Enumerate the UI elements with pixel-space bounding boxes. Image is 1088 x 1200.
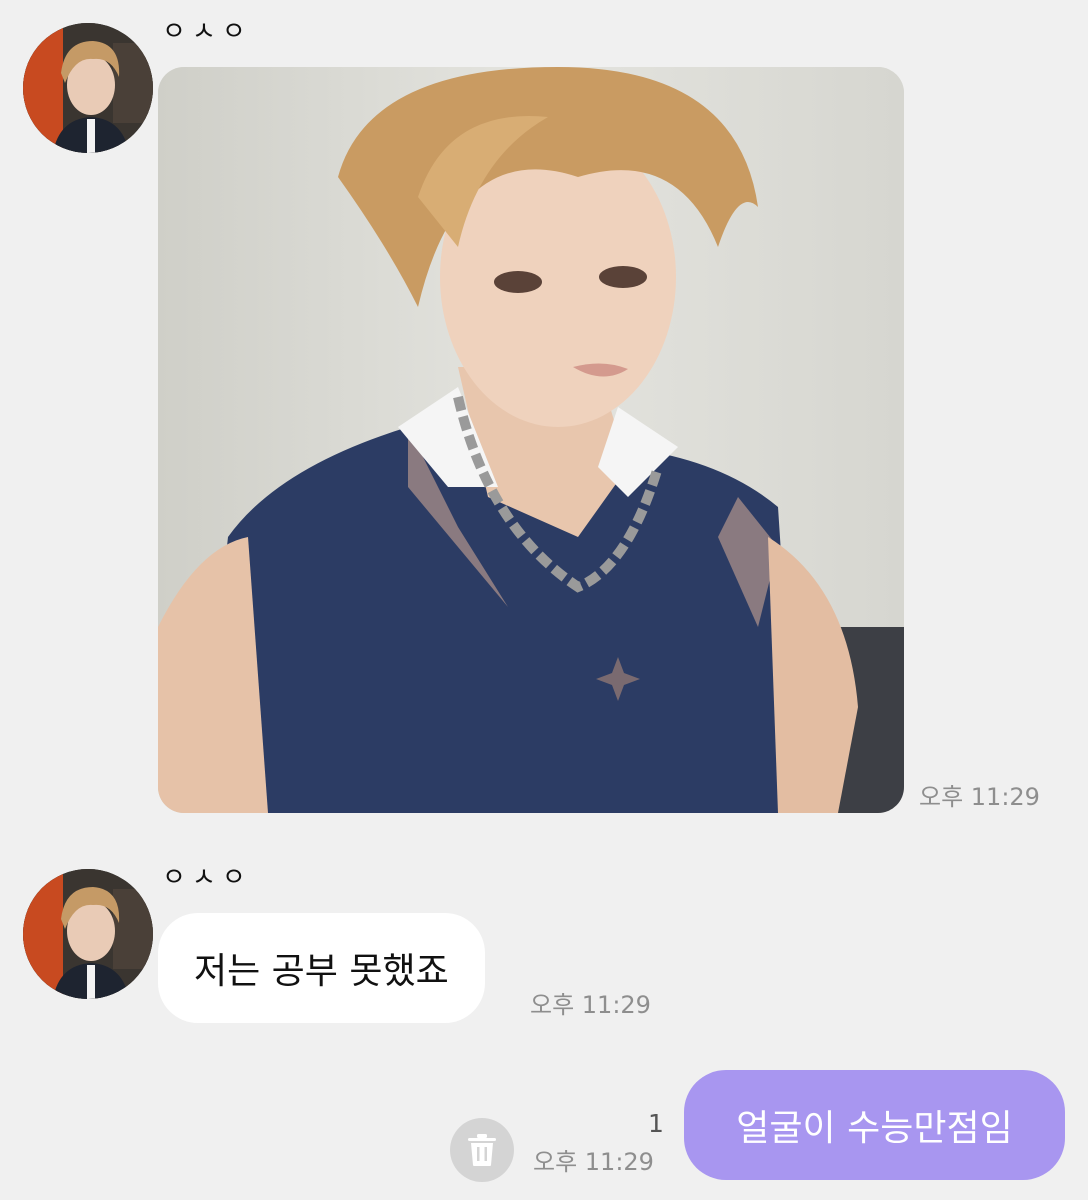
- sender-name: ㅇㅅㅇ: [162, 17, 252, 47]
- delete-button[interactable]: [450, 1118, 514, 1182]
- avatar-image: [23, 23, 153, 153]
- message-time: 오후 11:29: [533, 1148, 654, 1176]
- message-time: 오후 11:29: [919, 783, 1040, 811]
- shared-photo[interactable]: [158, 67, 904, 813]
- sender-avatar[interactable]: [23, 869, 153, 999]
- message-time: 오후 11:29: [530, 991, 651, 1019]
- trash-icon: [468, 1134, 496, 1166]
- avatar-image: [23, 869, 153, 999]
- unread-count: 1: [648, 1109, 664, 1138]
- sender-name: ㅇㅅㅇ: [162, 863, 252, 893]
- incoming-message-bubble[interactable]: 저는 공부 못했죠: [158, 913, 485, 1023]
- message-text: 얼굴이 수능만점임: [736, 1108, 1013, 1149]
- message-text: 저는 공부 못했죠: [194, 951, 449, 992]
- outgoing-message-bubble[interactable]: 얼굴이 수능만점임: [684, 1070, 1065, 1180]
- photo-image: [158, 67, 904, 813]
- sender-avatar[interactable]: [23, 23, 153, 153]
